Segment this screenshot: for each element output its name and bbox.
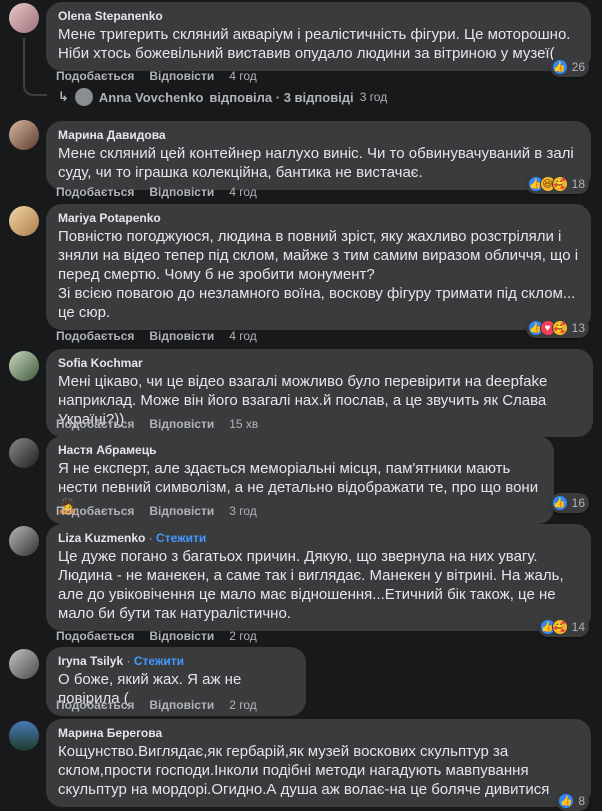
reaction-count: 14 (571, 620, 585, 634)
comment-actions: Подобається Відповісти 4 год (56, 69, 257, 83)
follow-button[interactable]: Стежити (156, 531, 206, 545)
comment-bubble: Liza Kuzmenko · Стежити Це дуже погано з… (46, 524, 591, 631)
care-reaction-icon: 🥰 (551, 320, 568, 336)
timestamp[interactable]: 3 год (229, 504, 257, 518)
avatar[interactable] (9, 351, 39, 381)
reactions-badge[interactable]: 👍 26 (549, 57, 589, 77)
reaction-count: 8 (578, 794, 585, 808)
reply-button[interactable]: Відповісти (149, 504, 214, 518)
avatar[interactable] (9, 120, 39, 150)
like-button[interactable]: Подобається (56, 417, 134, 431)
reply-button[interactable]: Відповісти (149, 69, 214, 83)
reactions-badge[interactable]: 👍 😆 🥰 18 (525, 174, 589, 194)
comment-actions: Подобається Відповісти 4 год (56, 185, 257, 199)
comment-actions: Подобається Відповісти 2 год (56, 698, 257, 712)
comment-text: Мене скляний цей контейнер наглухо виніс… (58, 145, 578, 181)
avatar[interactable] (9, 721, 39, 751)
avatar[interactable] (9, 649, 39, 679)
reply-button[interactable]: Відповісти (149, 417, 214, 431)
comment-bubble: Olena Stepanenko Мене тригерить скляний … (46, 2, 591, 71)
comment-actions: Подобається Відповісти 3 год (56, 504, 257, 518)
author-name[interactable]: Liza Kuzmenko · Стежити (58, 531, 579, 546)
timestamp[interactable]: 4 год (229, 329, 257, 343)
author-name[interactable]: Iryna Tsilyk · Стежити (58, 654, 294, 669)
replies-link[interactable]: ↳ Anna Vovchenko відповіла · 3 відповіді… (58, 88, 387, 106)
reaction-count: 13 (571, 321, 585, 335)
reply-button[interactable]: Відповісти (149, 329, 214, 343)
reactions-badge[interactable]: 👍 8 (556, 791, 589, 811)
timestamp[interactable]: 2 год (229, 698, 257, 712)
author-name[interactable]: Настя Абрамець (58, 443, 542, 458)
author-name-text[interactable]: Liza Kuzmenko (58, 531, 145, 545)
avatar[interactable] (9, 3, 39, 33)
reaction-count: 18 (571, 177, 585, 191)
author-name[interactable]: Марина Берегова (58, 726, 579, 741)
care-reaction-icon: 🥰 (551, 176, 568, 192)
comment-bubble: Mariya Potapenko Повністю погоджуюся, лю… (46, 204, 591, 330)
comment-bubble: Марина Давидова Мене скляний цей контейн… (46, 121, 591, 190)
timestamp[interactable]: 2 год (229, 629, 257, 643)
thread-line (23, 38, 25, 80)
author-name[interactable]: Olena Stepanenko (58, 9, 579, 24)
reply-button[interactable]: Відповісти (149, 629, 214, 643)
avatar[interactable] (9, 206, 39, 236)
reply-button[interactable]: Відповісти (149, 185, 214, 199)
reactions-badge[interactable]: 👍 ♥ 🥰 13 (525, 318, 589, 338)
reply-arrow-icon: ↳ (58, 89, 69, 104)
timestamp[interactable]: 15 хв (229, 417, 258, 431)
reaction-count: 26 (571, 60, 585, 74)
like-button[interactable]: Подобається (56, 629, 134, 643)
care-reaction-icon: 🥰 (551, 619, 568, 635)
timestamp[interactable]: 4 год (229, 185, 257, 199)
like-button[interactable]: Подобається (56, 185, 134, 199)
thread-connector (23, 78, 47, 96)
like-reaction-icon: 👍 (551, 495, 568, 511)
avatar[interactable] (9, 438, 39, 468)
like-button[interactable]: Подобається (56, 329, 134, 343)
comment-text: Кощунство.Виглядає,як гербарій,як музей … (58, 743, 550, 798)
like-button[interactable]: Подобається (56, 504, 134, 518)
author-name[interactable]: Mariya Potapenko (58, 211, 579, 226)
author-name[interactable]: Sofia Kochmar (58, 356, 581, 371)
reactions-badge[interactable]: 👍 🥰 14 (537, 617, 589, 637)
like-button[interactable]: Подобається (56, 69, 134, 83)
reactions-badge[interactable]: 👍 16 (549, 493, 589, 513)
avatar[interactable] (9, 526, 39, 556)
reaction-count: 16 (571, 496, 585, 510)
reply-button[interactable]: Відповісти (149, 698, 214, 712)
reply-summary-text: відповіла · 3 відповіді (209, 89, 354, 105)
comment-text: Мене тригерить скляний акваріум і реаліс… (58, 26, 575, 62)
comment-bubble: Марина Берегова Кощунство.Виглядає,як ге… (46, 719, 591, 807)
timestamp: 3 год (359, 90, 388, 104)
like-button[interactable]: Подобається (56, 698, 134, 712)
author-name[interactable]: Марина Давидова (58, 128, 579, 143)
like-reaction-icon: 👍 (551, 59, 568, 75)
comment-actions: Подобається Відповісти 4 год (56, 329, 257, 343)
comment-actions: Подобається Відповісти 15 хв (56, 417, 258, 431)
follow-button[interactable]: Стежити (134, 654, 184, 668)
comment-text: Це дуже погано з багатьох причин. Дякую,… (58, 548, 568, 622)
comment-actions: Подобається Відповісти 2 год (56, 629, 257, 643)
timestamp[interactable]: 4 год (229, 69, 257, 83)
avatar (74, 88, 93, 106)
like-reaction-icon: 👍 (558, 793, 575, 809)
comment-text: Повністю погоджуюся, людина в повний зрі… (58, 228, 579, 321)
author-name-text[interactable]: Iryna Tsilyk (58, 654, 123, 668)
reply-author: Anna Vovchenko (98, 89, 204, 105)
